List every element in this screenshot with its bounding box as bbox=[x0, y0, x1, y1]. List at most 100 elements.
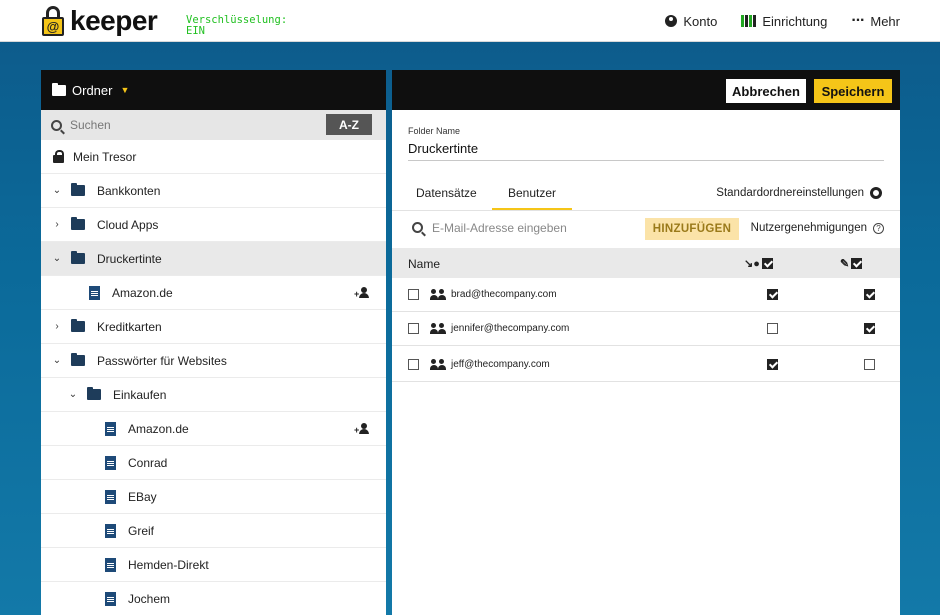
folder-icon bbox=[87, 387, 101, 400]
row-select-checkbox[interactable] bbox=[408, 323, 419, 334]
default-folder-settings[interactable]: Standardordnereinstellungen bbox=[716, 187, 882, 199]
tree-item-folder[interactable]: › Kreditkarten bbox=[41, 310, 386, 344]
column-manage-users[interactable]: ↘● bbox=[744, 256, 773, 270]
tree-item-record[interactable]: EBay bbox=[41, 480, 386, 514]
add-user-button[interactable]: HINZUFÜGEN bbox=[645, 218, 739, 240]
folder-icon bbox=[71, 353, 85, 366]
table-row[interactable]: brad@thecompany.com bbox=[392, 278, 900, 312]
manage-users-checkbox[interactable] bbox=[767, 359, 778, 370]
select-all-manage-users-checkbox[interactable] bbox=[761, 257, 773, 269]
folder-icon bbox=[71, 319, 85, 332]
tree-item-label: EBay bbox=[128, 489, 157, 504]
manage-records-checkbox[interactable] bbox=[864, 289, 875, 300]
chevron-down-icon[interactable]: ⌄ bbox=[51, 355, 63, 366]
record-icon bbox=[89, 285, 100, 300]
tree-item-label: Bankkonten bbox=[97, 183, 161, 198]
folder-name-label: Folder Name bbox=[408, 126, 461, 136]
tree-item-record[interactable]: Amazon.de + bbox=[41, 276, 386, 310]
row-select-checkbox[interactable] bbox=[408, 359, 419, 370]
manage-users-checkbox[interactable] bbox=[767, 289, 778, 300]
keeper-logo[interactable]: @ keeper bbox=[42, 4, 158, 38]
chevron-down-icon[interactable]: ⌄ bbox=[51, 185, 63, 196]
manage-records-icon: ✎ bbox=[840, 257, 850, 270]
tree-item-label: Conrad bbox=[128, 455, 168, 470]
folder-editor-panel: Abbrechen Speichern Folder Name Druckert… bbox=[392, 70, 900, 615]
folder-icon bbox=[71, 217, 85, 230]
sort-az-button[interactable]: A-Z bbox=[326, 114, 372, 135]
tree-item-label: Passwörter für Websites bbox=[97, 353, 227, 368]
tree-item-vault[interactable]: Mein Tresor bbox=[41, 140, 386, 174]
tree-item-folder[interactable]: › Cloud Apps bbox=[41, 208, 386, 242]
tree-item-label: Amazon.de bbox=[112, 285, 173, 300]
tree-item-record[interactable]: Greif bbox=[41, 514, 386, 548]
record-icon bbox=[105, 591, 116, 606]
email-input[interactable]: E-Mail-Adresse eingeben bbox=[432, 221, 567, 235]
lock-logo-icon: @ bbox=[42, 6, 64, 36]
user-email: jeff@thecompany.com bbox=[451, 359, 550, 370]
editor-tabs: Datensätze Benutzer Standardordnereinste… bbox=[408, 178, 884, 211]
share-user-icon[interactable]: + bbox=[354, 287, 370, 299]
tree-item-label: Cloud Apps bbox=[97, 217, 159, 232]
tab-records[interactable]: Datensätze bbox=[416, 186, 477, 200]
tree-item-label: Greif bbox=[128, 523, 155, 538]
manage-records-checkbox[interactable] bbox=[864, 323, 875, 334]
tree-item-record[interactable]: Amazon.de + bbox=[41, 412, 386, 446]
vault-search[interactable]: Suchen A-Z bbox=[41, 110, 386, 140]
add-user-row: E-Mail-Adresse eingeben HINZUFÜGEN Nutze… bbox=[392, 211, 900, 245]
shared-folder-icon bbox=[71, 251, 85, 264]
chevron-right-icon[interactable]: › bbox=[51, 321, 63, 332]
row-select-checkbox[interactable] bbox=[408, 289, 419, 300]
user-icon bbox=[430, 289, 446, 301]
column-manage-records[interactable]: ✎ bbox=[840, 256, 863, 270]
table-row[interactable]: jennifer@thecompany.com bbox=[392, 312, 900, 346]
manage-users-icon: ↘● bbox=[744, 257, 760, 270]
select-all-manage-records-checkbox[interactable] bbox=[851, 257, 863, 269]
top-nav: Konto Einrichtung ··· Mehr bbox=[665, 12, 900, 30]
setup-label: Einrichtung bbox=[762, 13, 828, 29]
folder-name-field[interactable]: Druckertinte bbox=[408, 141, 478, 156]
tree-item-record[interactable]: Conrad bbox=[41, 446, 386, 480]
user-email: jennifer@thecompany.com bbox=[451, 323, 570, 334]
record-icon bbox=[105, 557, 116, 572]
users-table-header: Name ↘● ✎ bbox=[392, 248, 900, 278]
folder-name-underline bbox=[408, 160, 884, 161]
folder-icon bbox=[71, 183, 85, 196]
tree-item-record[interactable]: Jochem bbox=[41, 582, 386, 615]
folder-dropdown[interactable]: Ordner ▼ bbox=[41, 70, 386, 110]
chevron-down-icon[interactable]: ⌄ bbox=[51, 253, 63, 264]
more-label: Mehr bbox=[870, 13, 900, 29]
more-menu[interactable]: ··· Mehr bbox=[851, 12, 900, 30]
search-input[interactable]: Suchen bbox=[70, 118, 111, 132]
share-user-icon[interactable]: + bbox=[354, 423, 370, 435]
record-icon bbox=[105, 489, 116, 504]
folder-dropdown-label: Ordner bbox=[72, 82, 113, 98]
tree-item-label: Mein Tresor bbox=[73, 149, 137, 164]
account-menu[interactable]: Konto bbox=[665, 12, 717, 30]
tree-item-folder[interactable]: ⌄ Passwörter für Websites bbox=[41, 344, 386, 378]
record-icon bbox=[105, 455, 116, 470]
column-name: Name bbox=[408, 257, 441, 271]
account-label: Konto bbox=[683, 13, 718, 29]
setup-bars-icon bbox=[741, 15, 757, 27]
encryption-status: Verschlüsselung: EIN bbox=[186, 14, 288, 37]
folder-icon bbox=[52, 82, 66, 96]
tab-users[interactable]: Benutzer bbox=[492, 186, 573, 211]
top-bar: @ keeper Verschlüsselung: EIN Konto Einr… bbox=[0, 0, 940, 42]
save-button[interactable]: Speichern bbox=[814, 79, 892, 103]
cancel-button[interactable]: Abbrechen bbox=[726, 79, 806, 103]
tree-item-folder[interactable]: ⌄ Bankkonten bbox=[41, 174, 386, 208]
brand-name: keeper bbox=[70, 5, 158, 36]
tree-item-subfolder[interactable]: ⌄ Einkaufen bbox=[41, 378, 386, 412]
manage-users-checkbox[interactable] bbox=[767, 323, 778, 334]
tree-item-label: Kreditkarten bbox=[97, 319, 162, 334]
chevron-down-icon[interactable]: ⌄ bbox=[67, 389, 79, 400]
tree-item-shared-folder[interactable]: ⌄ Druckertinte bbox=[41, 242, 386, 276]
manage-records-checkbox[interactable] bbox=[864, 359, 875, 370]
tree-item-record[interactable]: Hemden-Direkt bbox=[41, 548, 386, 582]
setup-menu[interactable]: Einrichtung bbox=[741, 12, 827, 30]
table-row[interactable]: jeff@thecompany.com bbox=[392, 346, 900, 382]
user-permissions-help[interactable]: Nutzergenehmigungen ? bbox=[751, 222, 884, 234]
chevron-right-icon[interactable]: › bbox=[51, 219, 63, 230]
tree-item-label: Druckertinte bbox=[97, 251, 162, 266]
tree-item-label: Hemden-Direkt bbox=[128, 557, 209, 572]
